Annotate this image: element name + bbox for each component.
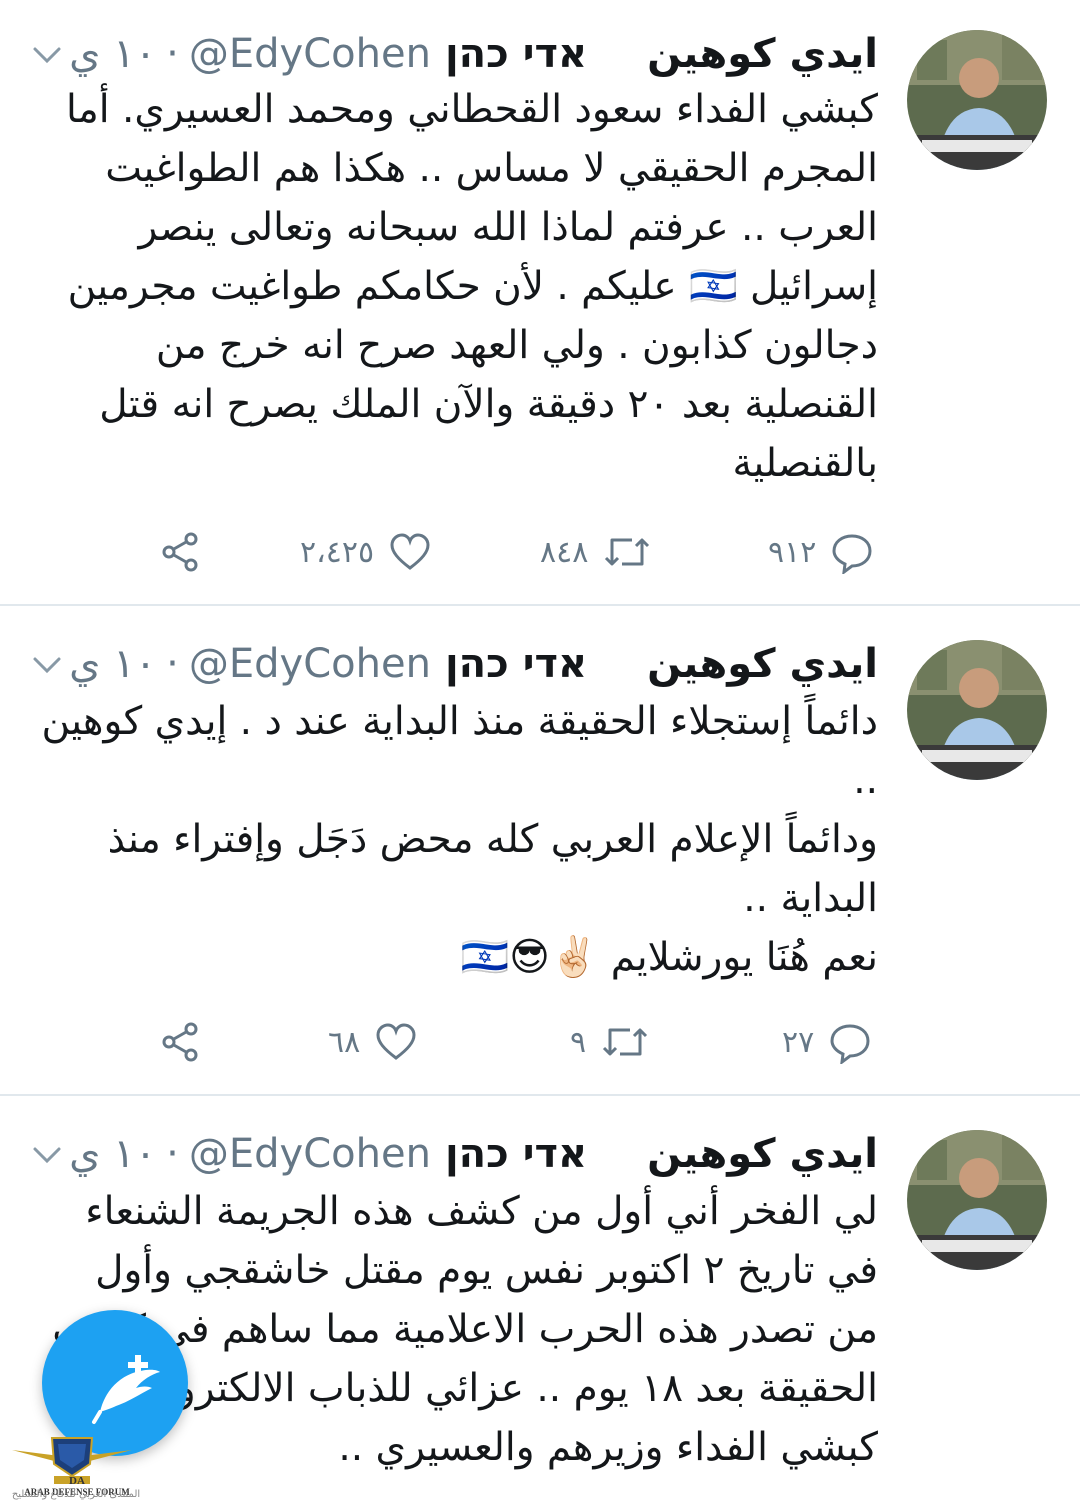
reply-button[interactable]: ٢٧ bbox=[782, 1017, 872, 1067]
reply-button[interactable]: ٩١٢ bbox=[768, 527, 874, 577]
separator-dot: · bbox=[166, 1131, 179, 1177]
separator-dot: · bbox=[166, 641, 179, 687]
retweet-icon bbox=[605, 538, 650, 566]
tweet-actions: ٢٧ ٩ ٦٨ bbox=[0, 1017, 1080, 1067]
like-count: ٢،٤٢٥ bbox=[300, 534, 375, 570]
like-button[interactable]: ٢،٤٢٥ bbox=[300, 527, 432, 577]
tweet-text: دائماً إستجلاء الحقيقة منذ البداية عند د… bbox=[38, 692, 878, 987]
retweet-button[interactable]: ٩ bbox=[570, 1017, 650, 1067]
reply-icon bbox=[830, 1024, 870, 1064]
tweet-header: ايدي كوهين אדי כהן @EdyCohen · ١٠ ي bbox=[69, 634, 878, 694]
timestamp[interactable]: ١٠ ي bbox=[69, 1131, 156, 1177]
share-button[interactable] bbox=[158, 527, 202, 577]
share-button[interactable] bbox=[158, 1017, 202, 1067]
reply-count: ٢٧ bbox=[782, 1024, 815, 1060]
reply-count: ٩١٢ bbox=[768, 534, 817, 570]
retweet-button[interactable]: ٨٤٨ bbox=[540, 527, 652, 577]
retweet-count: ٨٤٨ bbox=[540, 534, 589, 570]
handle[interactable]: @EdyCohen bbox=[189, 1131, 431, 1177]
display-name[interactable]: ايدي كوهين bbox=[647, 641, 878, 687]
chevron-down-icon[interactable] bbox=[30, 648, 64, 682]
separator-dot: · bbox=[166, 31, 179, 77]
avatar[interactable] bbox=[907, 30, 1047, 170]
chevron-down-icon[interactable] bbox=[30, 1138, 64, 1172]
tweet-line: دائماً إستجلاء الحقيقة منذ البداية عند د… bbox=[41, 699, 878, 803]
tweet-header: ايدي كوهين אדי כהן @EdyCohen · ١٠ ي bbox=[69, 24, 878, 84]
reply-icon bbox=[832, 534, 872, 574]
timestamp[interactable]: ١٠ ي bbox=[69, 641, 156, 687]
tweet-1[interactable]: ايدي كوهين אדי כהן @EdyCohen · ١٠ ي كبشي… bbox=[0, 0, 1080, 605]
timestamp[interactable]: ١٠ ي bbox=[69, 31, 156, 77]
logo-mark: DA bbox=[69, 1475, 85, 1487]
tweet-text: كبشي الفداء سعود القحطاني ومحمد العسيري.… bbox=[38, 80, 878, 493]
avatar[interactable] bbox=[907, 640, 1047, 780]
like-button[interactable]: ٦٨ bbox=[328, 1017, 418, 1067]
tweet-line: ودائماً الإعلام العربي كله محض دَجَل وإف… bbox=[107, 817, 878, 921]
hebrew-name[interactable]: אדי כהן bbox=[445, 31, 587, 77]
handle[interactable]: @EdyCohen bbox=[189, 641, 431, 687]
display-name[interactable]: ايدي كوهين bbox=[647, 31, 878, 77]
hebrew-name[interactable]: אדי כהן bbox=[445, 1131, 587, 1177]
handle[interactable]: @EdyCohen bbox=[189, 31, 431, 77]
tweet-line: نعم هُنَا يورشلايم ✌🏻😎🇮🇱 bbox=[460, 935, 878, 980]
tweet-header: ايدي كوهين אדי כהן @EdyCohen · ١٠ ي bbox=[69, 1124, 878, 1184]
avatar[interactable] bbox=[907, 1130, 1047, 1270]
tweet-actions: ٩١٢ ٨٤٨ ٢،٤٢٥ bbox=[0, 527, 1080, 577]
tweet-line: كبشي الفداء سعود القحطاني ومحمد العسيري.… bbox=[65, 87, 878, 486]
retweet-count: ٩ bbox=[570, 1024, 587, 1060]
share-icon bbox=[162, 532, 198, 572]
tweet-2[interactable]: ايدي كوهين אדי כהן @EdyCohen · ١٠ ي دائم… bbox=[0, 606, 1080, 1094]
like-icon bbox=[390, 533, 430, 570]
share-icon bbox=[162, 1022, 198, 1062]
like-count: ٦٨ bbox=[328, 1024, 361, 1060]
chevron-down-icon[interactable] bbox=[30, 38, 64, 72]
logo-subtitle: المنتدى العربي للدفاع والتسليح bbox=[11, 1489, 141, 1500]
retweet-icon bbox=[603, 1028, 648, 1056]
like-icon bbox=[376, 1023, 416, 1060]
display-name[interactable]: ايدي كوهين bbox=[647, 1131, 878, 1177]
hebrew-name[interactable]: אדי כהן bbox=[445, 641, 587, 687]
